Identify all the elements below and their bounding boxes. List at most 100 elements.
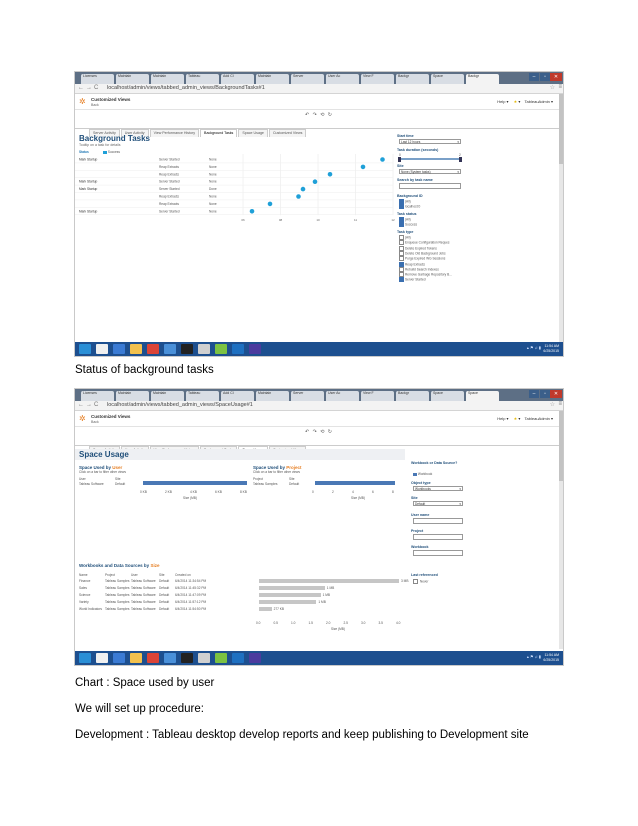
filter-option[interactable]: Delete Expired Tokens — [399, 245, 437, 251]
project-filter-input[interactable] — [413, 534, 463, 540]
reload-icon[interactable]: C — [94, 85, 98, 91]
address-bar[interactable]: ← → C localhost/admin/views/tabbed_admin… — [75, 84, 563, 94]
clock[interactable]: 11:54 AM 6/25/2015 — [543, 344, 559, 354]
duration-slider[interactable] — [399, 158, 461, 160]
refresh-icon[interactable]: ↻ — [328, 112, 333, 118]
size-bar[interactable] — [259, 606, 272, 611]
last-referenced-option[interactable]: Never — [413, 579, 428, 584]
filter-option[interactable]: Success — [399, 222, 417, 228]
browser-tab[interactable]: Server — [291, 74, 324, 84]
forward-icon[interactable]: → — [86, 402, 92, 408]
bookmark-star-icon[interactable]: ☆ — [550, 84, 555, 91]
site-filter-select[interactable]: Default ▾ — [413, 501, 463, 506]
task-dot[interactable] — [296, 194, 301, 199]
task-dot[interactable] — [360, 164, 366, 170]
refresh-icon[interactable]: ↻ — [328, 429, 333, 435]
filter-option[interactable]: Reap Extracts — [399, 261, 425, 267]
url-text[interactable]: localhost/admin/views/tabbed_admin_views… — [107, 85, 265, 91]
browser-tab[interactable]: User Ac — [326, 391, 359, 401]
user-menu[interactable]: TableauAdmin ▾ — [525, 416, 553, 421]
folder-icon[interactable] — [130, 344, 142, 354]
filter-option[interactable]: (All) — [399, 217, 411, 222]
network-icon[interactable] — [113, 653, 125, 663]
url-text[interactable]: localhost/admin/views/tabbed_admin_views… — [107, 402, 253, 408]
app-icon[interactable] — [249, 653, 261, 663]
minimize-icon[interactable]: – — [529, 73, 539, 81]
start-time-select[interactable]: Last 12 hours ▾ — [399, 139, 461, 144]
chrome-icon[interactable] — [147, 653, 159, 663]
user-menu[interactable]: TableauAdmin ▾ — [525, 99, 553, 104]
app-icon[interactable] — [249, 344, 261, 354]
system-tray-icons[interactable]: ▴ ⚑ ♫ ▮ — [527, 654, 541, 659]
browser-tab[interactable]: Backgr — [466, 74, 499, 84]
undo-icon[interactable]: ↶ — [305, 112, 310, 118]
back-icon[interactable]: ← — [78, 85, 84, 91]
network-icon[interactable] — [113, 344, 125, 354]
ie-icon[interactable] — [215, 653, 227, 663]
browser-tab[interactable]: View F — [361, 74, 394, 84]
terminal-icon[interactable] — [181, 344, 193, 354]
filter-option[interactable]: (All) — [399, 235, 411, 240]
browser-tab[interactable]: Maintain — [116, 74, 149, 84]
search-task-input[interactable] — [399, 183, 461, 189]
back-link[interactable]: Back — [91, 103, 99, 107]
size-bar[interactable] — [259, 585, 325, 590]
tab-view[interactable]: Space Usage — [238, 129, 268, 137]
browser-tab[interactable]: Backgr — [396, 74, 429, 84]
project-bar[interactable] — [315, 481, 395, 485]
settings-icon[interactable] — [164, 653, 176, 663]
checkbox[interactable] — [399, 204, 404, 210]
task-dot[interactable] — [327, 172, 333, 177]
scrollbar[interactable] — [559, 94, 563, 342]
close-icon[interactable]: ✕ — [550, 390, 562, 398]
checkbox[interactable] — [399, 245, 404, 251]
menu-icon[interactable]: ≡ — [558, 84, 562, 90]
checkbox[interactable] — [399, 266, 404, 272]
scrollbar-thumb[interactable] — [559, 411, 563, 481]
forward-icon[interactable]: → — [86, 85, 92, 91]
size-bar[interactable] — [259, 599, 317, 604]
filter-option[interactable]: Server Started — [399, 277, 426, 283]
star-icon[interactable]: ★ — [514, 99, 518, 104]
start-icon[interactable] — [79, 653, 91, 663]
checkbox[interactable] — [399, 277, 404, 283]
browser-tab[interactable]: Maintain — [151, 391, 184, 401]
settings-icon[interactable] — [164, 344, 176, 354]
browser-tab[interactable]: Maintain — [151, 74, 184, 84]
browser-tab[interactable]: Maintain — [116, 391, 149, 401]
close-icon[interactable]: ✕ — [550, 73, 562, 81]
filter-option[interactable]: Purge Expired WG Sessions — [399, 256, 445, 262]
minimize-icon[interactable]: – — [529, 390, 539, 398]
filter-option[interactable]: Remove Garbage Repository B... — [399, 272, 452, 278]
slider-handle-right[interactable] — [459, 156, 462, 162]
browser-tab[interactable]: Add Cl — [221, 391, 254, 401]
media-icon[interactable] — [198, 653, 210, 663]
checkbox[interactable] — [399, 256, 404, 262]
menu-icon[interactable]: ≡ — [558, 401, 562, 407]
site-select[interactable]: None (System tasks) ▾ — [399, 169, 461, 174]
browser-tab[interactable]: Server — [291, 391, 324, 401]
checkbox[interactable] — [399, 261, 404, 267]
tab-view[interactable]: Customized Views — [268, 129, 307, 137]
tool-icon[interactable] — [232, 653, 244, 663]
browser-tab[interactable]: Maintain — [256, 391, 289, 401]
browser-tab[interactable]: Space — [466, 391, 499, 401]
checkbox[interactable] — [413, 579, 418, 584]
checkbox[interactable] — [399, 199, 404, 204]
browser-tab[interactable]: Backgr — [396, 391, 429, 401]
task-dot[interactable] — [380, 157, 385, 162]
filter-option[interactable]: localhost:0 — [399, 204, 420, 210]
filter-option[interactable]: (All) — [399, 199, 411, 204]
back-icon[interactable]: ← — [78, 402, 84, 408]
checkbox[interactable] — [399, 240, 404, 246]
browser-tab[interactable]: Maintain — [256, 74, 289, 84]
task-dot[interactable] — [267, 201, 273, 207]
checkbox[interactable] — [399, 217, 404, 222]
bookmark-star-icon[interactable]: ☆ — [550, 401, 555, 408]
browser-tab[interactable]: Tableau — [186, 74, 219, 84]
browser-tab[interactable]: Licenses — [81, 391, 114, 401]
object-type-select[interactable]: Workbooks ▾ — [413, 486, 463, 491]
redo-icon[interactable]: ↷ — [313, 429, 318, 435]
help-menu[interactable]: Help ▾ — [497, 416, 508, 421]
back-link[interactable]: Back — [91, 420, 99, 424]
